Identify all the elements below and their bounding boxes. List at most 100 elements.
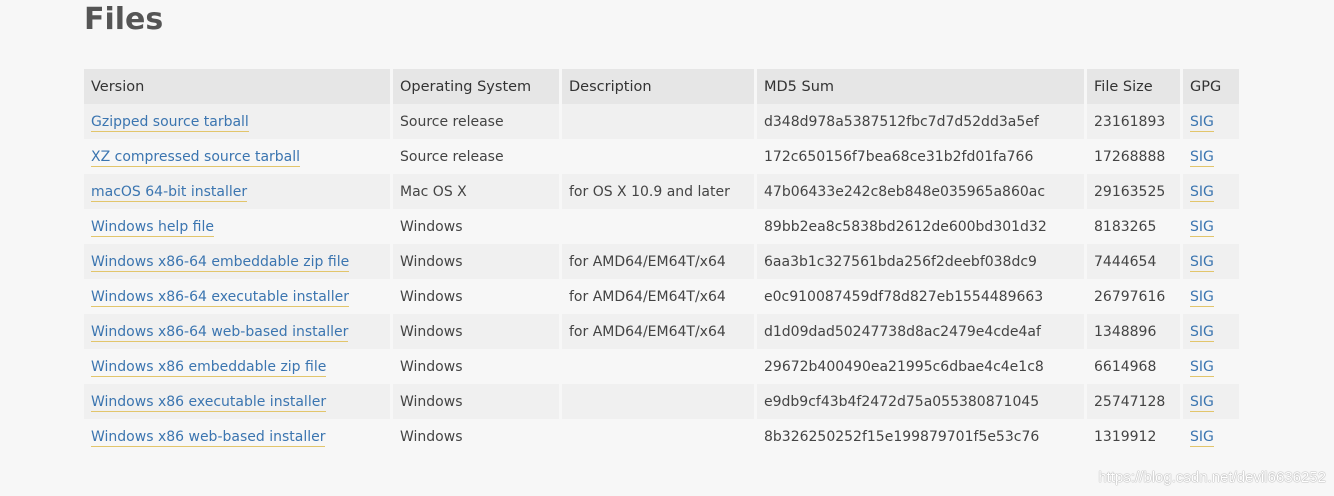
- sig-link[interactable]: SIG: [1190, 253, 1214, 272]
- size-cell: 8183265: [1087, 209, 1180, 244]
- header-description: Description: [562, 69, 754, 104]
- version-link[interactable]: Windows x86 web-based installer: [91, 428, 326, 447]
- table-row: Windows x86 web-based installer Windows 8b…: [84, 419, 1239, 454]
- gpg-column-cell: SIG: [1183, 244, 1239, 279]
- version-column-cell: XZ compressed source tarball: [84, 139, 390, 174]
- sig-link[interactable]: SIG: [1190, 148, 1214, 167]
- version-column-cell: Windows x86 executable installer: [84, 384, 390, 419]
- size-cell: 26797616: [1087, 279, 1180, 314]
- version-link[interactable]: Windows help file: [91, 218, 214, 237]
- table-row: Windows x86-64 executable installer Windo…: [84, 279, 1239, 314]
- page-title: Files: [84, 2, 164, 37]
- description-cell: for AMD64/EM64T/x64: [562, 314, 754, 349]
- watermark: https://blog.csdn.net/devil6636252: [1098, 469, 1326, 486]
- description-cell: [562, 384, 754, 419]
- sig-link[interactable]: SIG: [1190, 358, 1214, 377]
- size-cell: 23161893: [1087, 104, 1180, 139]
- version-column-cell: Windows x86-64 embeddable zip file: [84, 244, 390, 279]
- gpg-column-cell: SIG: [1183, 279, 1239, 314]
- table-body: Gzipped source tarball Source release d348…: [84, 104, 1239, 454]
- os-cell: Windows: [393, 279, 559, 314]
- version-column-cell: Windows x86-64 executable installer: [84, 279, 390, 314]
- version-column-cell: macOS 64-bit installer: [84, 174, 390, 209]
- description-cell: [562, 209, 754, 244]
- sig-link[interactable]: SIG: [1190, 393, 1214, 412]
- sig-link[interactable]: SIG: [1190, 323, 1214, 342]
- version-column-cell: Windows help file: [84, 209, 390, 244]
- md5-cell: 6aa3b1c327561bda256f2deebf038dc9: [757, 244, 1084, 279]
- version-link[interactable]: Windows x86 executable installer: [91, 393, 327, 412]
- description-cell: [562, 349, 754, 384]
- version-column-cell: Gzipped source tarball: [84, 104, 390, 139]
- description-cell: for AMD64/EM64T/x64: [562, 244, 754, 279]
- md5-cell: 89bb2ea8c5838bd2612de600bd301d32: [757, 209, 1084, 244]
- size-cell: 25747128: [1087, 384, 1180, 419]
- sig-link[interactable]: SIG: [1190, 288, 1214, 307]
- md5-cell: 47b06433e242c8eb848e035965a860ac: [757, 174, 1084, 209]
- os-cell: Windows: [393, 419, 559, 454]
- table-header-row: Version Operating System Description MD5…: [84, 69, 1239, 104]
- size-cell: 1348896: [1087, 314, 1180, 349]
- table-row: Gzipped source tarball Source release d348…: [84, 104, 1239, 139]
- md5-cell: d348d978a5387512fbc7d7d52dd3a5ef: [757, 104, 1084, 139]
- os-cell: Windows: [393, 349, 559, 384]
- description-cell: [562, 419, 754, 454]
- version-link[interactable]: Windows x86-64 embeddable zip file: [91, 253, 350, 272]
- version-link[interactable]: XZ compressed source tarball: [91, 148, 301, 167]
- files-table: Version Operating System Description MD5…: [81, 69, 1242, 454]
- size-cell: 6614968: [1087, 349, 1180, 384]
- md5-cell: 29672b400490ea21995c6dbae4c4e1c8: [757, 349, 1084, 384]
- description-cell: [562, 139, 754, 174]
- md5-cell: 8b326250252f15e199879701f5e53c76: [757, 419, 1084, 454]
- size-cell: 7444654: [1087, 244, 1180, 279]
- version-column-cell: Windows x86-64 web-based installer: [84, 314, 390, 349]
- os-cell: Windows: [393, 244, 559, 279]
- table-row: macOS 64-bit installer Mac OS Xfor OS X 1…: [84, 174, 1239, 209]
- size-cell: 17268888: [1087, 139, 1180, 174]
- os-cell: Windows: [393, 209, 559, 244]
- version-link[interactable]: macOS 64-bit installer: [91, 183, 248, 202]
- md5-cell: e9db9cf43b4f2472d75a055380871045: [757, 384, 1084, 419]
- page: Files Version Operating System Descripti…: [0, 0, 1334, 496]
- table-row: Windows x86-64 web-based installer Window…: [84, 314, 1239, 349]
- version-link[interactable]: Gzipped source tarball: [91, 113, 249, 132]
- os-cell: Mac OS X: [393, 174, 559, 209]
- version-link[interactable]: Windows x86-64 web-based installer: [91, 323, 349, 342]
- table-row: XZ compressed source tarball Source relea…: [84, 139, 1239, 174]
- header-md5: MD5 Sum: [757, 69, 1084, 104]
- version-column-cell: Windows x86 embeddable zip file: [84, 349, 390, 384]
- md5-cell: d1d09dad50247738d8ac2479e4cde4af: [757, 314, 1084, 349]
- sig-link[interactable]: SIG: [1190, 113, 1214, 132]
- gpg-column-cell: SIG: [1183, 209, 1239, 244]
- os-cell: Windows: [393, 384, 559, 419]
- description-cell: for OS X 10.9 and later: [562, 174, 754, 209]
- table-row: Windows x86 embeddable zip file Windows 29…: [84, 349, 1239, 384]
- version-link[interactable]: Windows x86 embeddable zip file: [91, 358, 327, 377]
- table-row: Windows x86 executable installer Windows e…: [84, 384, 1239, 419]
- os-cell: Source release: [393, 104, 559, 139]
- gpg-column-cell: SIG: [1183, 419, 1239, 454]
- gpg-column-cell: SIG: [1183, 139, 1239, 174]
- table-row: Windows x86-64 embeddable zip file Window…: [84, 244, 1239, 279]
- description-cell: [562, 104, 754, 139]
- os-cell: Windows: [393, 314, 559, 349]
- gpg-column-cell: SIG: [1183, 104, 1239, 139]
- header-size: File Size: [1087, 69, 1180, 104]
- gpg-column-cell: SIG: [1183, 349, 1239, 384]
- sig-link[interactable]: SIG: [1190, 428, 1214, 447]
- version-column-cell: Windows x86 web-based installer: [84, 419, 390, 454]
- size-cell: 29163525: [1087, 174, 1180, 209]
- os-cell: Source release: [393, 139, 559, 174]
- header-version: Version: [84, 69, 390, 104]
- gpg-column-cell: SIG: [1183, 384, 1239, 419]
- sig-link[interactable]: SIG: [1190, 183, 1214, 202]
- md5-cell: e0c910087459df78d827eb1554489663: [757, 279, 1084, 314]
- gpg-column-cell: SIG: [1183, 174, 1239, 209]
- header-os: Operating System: [393, 69, 559, 104]
- description-cell: for AMD64/EM64T/x64: [562, 279, 754, 314]
- header-gpg: GPG: [1183, 69, 1239, 104]
- version-link[interactable]: Windows x86-64 executable installer: [91, 288, 349, 307]
- sig-link[interactable]: SIG: [1190, 218, 1214, 237]
- size-cell: 1319912: [1087, 419, 1180, 454]
- gpg-column-cell: SIG: [1183, 314, 1239, 349]
